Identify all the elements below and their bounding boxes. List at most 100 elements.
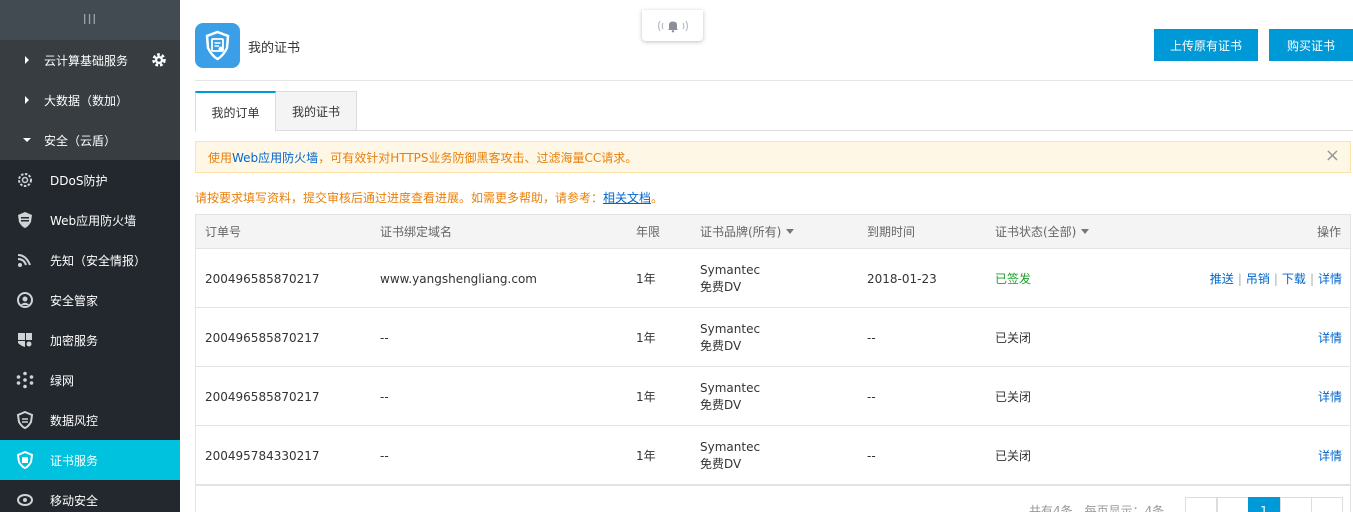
sidebar-item-label: Web应用防火墙 <box>50 213 137 228</box>
table-header: 订单号 证书绑定域名 年限 证书品牌(所有) 到期时间 证书状态(全部) 操作 <box>196 215 1350 249</box>
brand-name: Symantec <box>700 439 761 454</box>
header-status-filter[interactable]: 证书状态(全部) <box>995 215 1090 249</box>
order-number: 200495784330217 <box>205 448 320 463</box>
status-badge: 已关闭 <box>995 449 1032 463</box>
signal-icon <box>17 254 31 267</box>
help-hint: 请按要求填写资料，提交审核后通过进度查看进展。如需更多帮助，请参考：相关文档。 <box>195 189 663 206</box>
encrypt-icon <box>18 333 32 347</box>
tabs: 我的订单 我的证书 <box>195 91 1353 132</box>
prev-page-button[interactable] <box>1217 497 1249 512</box>
sidebar-item-label: 先知（安全情报） <box>50 253 147 268</box>
brand-type: 免费DV <box>700 279 742 294</box>
details-link[interactable]: 详情 <box>1318 388 1342 405</box>
table-row: 200496585870217 -- 1年 Symantec 免费DV -- 已… <box>196 367 1350 426</box>
upload-certificate-button[interactable]: 上传原有证书 <box>1154 29 1258 61</box>
waf-link[interactable]: Web应用防火墙 <box>232 149 318 166</box>
gear-icon[interactable] <box>150 51 168 69</box>
brand-name: Symantec <box>700 321 761 336</box>
buy-certificate-button[interactable]: 购买证书 <box>1269 29 1353 61</box>
notification-bell[interactable] <box>642 10 703 41</box>
sidebar-collapse-toggle[interactable]: III <box>0 0 180 40</box>
row-actions: 详情 <box>1318 367 1342 426</box>
current-page-button[interactable]: 1 <box>1248 497 1280 512</box>
certificate-page-icon <box>195 23 240 68</box>
bell-icon <box>657 20 688 32</box>
expiry-date: -- <box>867 389 876 404</box>
sidebar-group-cloud-compute[interactable]: 云计算基础服务 <box>0 40 180 80</box>
brand-cell: Symantec 免费DV <box>700 308 760 367</box>
notice-suffix: ，可有效针对HTTPS业务防御黑客攻击、过滤海量CC请求。 <box>318 150 638 165</box>
expiry-date: -- <box>867 330 876 345</box>
app-window: III 云计算基础服务 大数据（数加） 安全（云盾） DDoS防护 Web应用防… <box>0 0 1353 512</box>
status-badge: 已签发 <box>995 272 1032 286</box>
table-row: 200496585870217 www.yangshengliang.com 1… <box>196 249 1350 308</box>
bound-domain: www.yangshengliang.com <box>380 271 537 286</box>
sidebar-item-risk-control[interactable]: 数据风控 <box>0 400 180 440</box>
table-row: 200495784330217 -- 1年 Symantec 免费DV -- 已… <box>196 426 1350 485</box>
tab-my-certificates[interactable]: 我的证书 <box>276 91 357 131</box>
brand-cell: Symantec 免费DV <box>700 367 760 426</box>
revoke-link[interactable]: 吊销 <box>1246 270 1270 287</box>
tab-my-orders[interactable]: 我的订单 <box>195 91 276 132</box>
sidebar-item-label: 安全管家 <box>50 293 99 308</box>
action-separator: | <box>1309 271 1314 286</box>
bound-domain: -- <box>380 448 389 463</box>
status-badge: 已关闭 <box>995 331 1032 345</box>
risk-shield-icon <box>16 411 34 429</box>
details-link[interactable]: 详情 <box>1318 329 1342 346</box>
header-status-label: 证书状态(全部) <box>995 225 1077 239</box>
caret-right-icon <box>25 96 29 104</box>
sidebar-item-encryption[interactable]: 加密服务 <box>0 320 180 360</box>
header-bound-domain: 证书绑定域名 <box>380 225 453 239</box>
brand-name: Symantec <box>700 380 761 395</box>
sidebar-item-waf[interactable]: Web应用防火墙 <box>0 200 180 240</box>
row-actions: 详情 <box>1318 308 1342 367</box>
table-row: 200496585870217 -- 1年 Symantec 免费DV -- 已… <box>196 308 1350 367</box>
header-brand-label: 证书品牌(所有) <box>700 225 782 239</box>
sidebar-group-label: 云计算基础服务 <box>44 53 129 68</box>
firewall-shield-icon <box>18 212 32 228</box>
mobile-security-icon <box>17 494 33 506</box>
brand-type: 免费DV <box>700 456 742 471</box>
sidebar-group-security[interactable]: 安全（云盾） <box>0 120 180 160</box>
expiry-date: 2018-01-23 <box>867 271 937 286</box>
sidebar-item-ddos[interactable]: DDoS防护 <box>0 160 180 200</box>
header-brand-filter[interactable]: 证书品牌(所有) <box>700 215 795 249</box>
header-actions: 操作 <box>1316 225 1341 239</box>
order-number: 200496585870217 <box>205 271 320 286</box>
ddos-gear-icon <box>18 173 32 187</box>
action-separator: | <box>1237 271 1242 286</box>
sidebar-item-label: 绿网 <box>50 373 75 388</box>
sidebar-item-security-steward[interactable]: 安全管家 <box>0 280 180 320</box>
next-page-button[interactable] <box>1280 497 1312 512</box>
sidebar-group-big-data[interactable]: 大数据（数加） <box>0 80 180 120</box>
caret-right-icon <box>25 56 29 64</box>
dropdown-arrow-icon <box>1081 229 1090 234</box>
table-footer: 共有4条，每页显示：4条 1 <box>195 484 1351 512</box>
years: 1年 <box>636 331 656 345</box>
sidebar-item-mobile-security[interactable]: 移动安全 <box>0 480 180 512</box>
related-docs-link[interactable]: 相关文档 <box>603 191 651 205</box>
push-link[interactable]: 推送 <box>1210 270 1234 287</box>
header-expiry: 到期时间 <box>867 225 916 239</box>
first-page-button[interactable] <box>1185 497 1217 512</box>
sidebar-item-green-net[interactable]: 绿网 <box>0 360 180 400</box>
sidebar-item-threat-intel[interactable]: 先知（安全情报） <box>0 240 180 280</box>
bound-domain: -- <box>380 330 389 345</box>
download-link[interactable]: 下载 <box>1282 270 1306 287</box>
brand-type: 免费DV <box>700 338 742 353</box>
years: 1年 <box>636 390 656 404</box>
sidebar: III 云计算基础服务 大数据（数加） 安全（云盾） DDoS防护 Web应用防… <box>0 0 180 512</box>
details-link[interactable]: 详情 <box>1318 447 1342 464</box>
bound-domain: -- <box>380 389 389 404</box>
row-actions: 详情 <box>1318 426 1342 485</box>
steward-icon <box>17 292 33 308</box>
sidebar-item-certificate-service[interactable]: 证书服务 <box>0 440 180 480</box>
close-icon[interactable]: × <box>1325 145 1340 167</box>
brand-cell: Symantec 免费DV <box>700 249 760 308</box>
sidebar-group-label: 大数据（数加） <box>44 93 129 108</box>
order-number: 200496585870217 <box>205 389 320 404</box>
status-badge: 已关闭 <box>995 390 1032 404</box>
details-link[interactable]: 详情 <box>1318 270 1342 287</box>
last-page-button[interactable] <box>1311 497 1343 512</box>
